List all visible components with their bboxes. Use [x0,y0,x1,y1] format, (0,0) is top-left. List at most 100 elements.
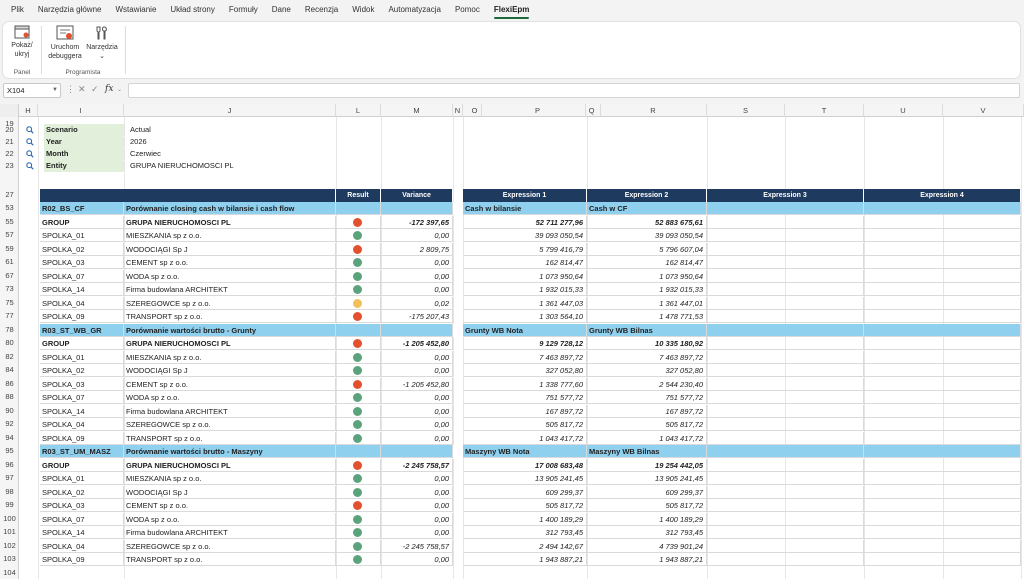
chevron-down-icon[interactable]: ▼ [52,84,58,97]
tools-button[interactable]: Narzędzia ⌄ [85,25,119,61]
variance-value: 0,00 [381,418,453,431]
status-dot-red [353,501,362,510]
row-header[interactable]: 73 [0,283,19,295]
row-header[interactable]: 102 [0,540,19,552]
row-header[interactable]: 95 [0,445,19,457]
more-options-icon[interactable]: ⋮ [66,84,75,95]
menu-tab-7[interactable]: Widok [345,0,381,20]
search-icon[interactable] [26,138,34,146]
column-header-U[interactable]: U [864,104,943,117]
row-header[interactable]: 92 [0,418,19,430]
confirm-icon[interactable]: ✓ [91,84,99,95]
row-header[interactable]: 104 [0,567,19,579]
expression-2-value: 327 052,80 [587,364,707,377]
expression-3-value [707,391,864,404]
row-header[interactable]: 78 [0,324,19,336]
row-header[interactable]: 27 [0,189,19,201]
menu-tab-0[interactable]: Plik [4,0,31,20]
row-header[interactable]: 80 [0,337,19,349]
menu-tab-10[interactable]: FlexiEpm [487,0,537,20]
row-header[interactable]: 57 [0,229,19,241]
column-header-S[interactable]: S [707,104,785,117]
row-header[interactable]: 22 [0,148,19,160]
row-header[interactable]: 96 [0,459,19,471]
expression-3-value [707,269,864,283]
row-header[interactable]: 101 [0,526,19,538]
expression-1-value: 39 093 050,54 [463,229,587,242]
menu-tab-8[interactable]: Automatyzacja [381,0,447,20]
column-header-L[interactable]: L [336,104,381,117]
column-header-I[interactable]: I [38,104,124,117]
row-header[interactable]: 94 [0,432,19,444]
expression-1-value: 17 008 683,48 [463,458,587,472]
menu-tab-6[interactable]: Recenzja [298,0,345,20]
run-debugger-button[interactable]: Uruchom debuggera [45,25,85,61]
entity-name: MIESZKANIA sp z o.o. [124,350,336,364]
row-header[interactable]: 99 [0,499,19,511]
expression-2-value: 13 905 241,45 [587,472,707,485]
expression-4-value [864,418,1021,431]
expression-1-value: 2 494 142,67 [463,539,587,553]
expression-2-value: 1 043 417,72 [587,431,707,445]
row-header[interactable]: 82 [0,351,19,363]
entity-code: R02_BS_CF [40,202,124,215]
column-header-J[interactable]: J [124,104,336,117]
row-header[interactable]: 75 [0,297,19,309]
param-value[interactable]: 2026 [128,136,328,148]
expression-1-value: 1 073 950,64 [463,269,587,283]
expression-3-value [707,350,864,364]
chevron-down-icon[interactable]: ⌄ [117,86,122,93]
variance-value: -1 205 452,80 [381,377,453,391]
row-header[interactable]: 84 [0,364,19,376]
column-header-H[interactable]: H [19,104,38,117]
column-header-R[interactable]: R [600,104,707,117]
param-value[interactable]: Actual [128,124,328,136]
param-value[interactable]: Czerwiec [128,148,328,160]
column-header-V[interactable]: V [943,104,1024,117]
cancel-icon[interactable]: ✕ [78,84,86,95]
row-header[interactable]: 86 [0,378,19,390]
expression-2-value: 162 814,47 [587,256,707,269]
select-all-corner[interactable] [0,104,19,117]
row-header[interactable]: 21 [0,136,19,148]
row-header[interactable]: 67 [0,270,19,282]
row-header[interactable]: 88 [0,391,19,403]
show-hide-button[interactable]: Pokaż/ ukryj [8,25,36,59]
row-header[interactable]: 97 [0,472,19,484]
column-header-Q[interactable]: Q [583,104,601,117]
function-icon[interactable]: fx [105,84,113,94]
row-header[interactable]: 103 [0,553,19,565]
formula-input[interactable] [128,83,1020,98]
search-icon[interactable] [26,150,34,158]
column-header-P[interactable]: P [490,104,586,117]
menu-tab-9[interactable]: Pomoc [448,0,487,20]
menu-tab-3[interactable]: Układ strony [163,0,221,20]
row-header[interactable]: 90 [0,405,19,417]
column-header-O[interactable]: O [468,104,482,117]
row-header[interactable]: 23 [0,160,19,172]
row-header[interactable]: 98 [0,486,19,498]
search-icon[interactable] [26,162,34,170]
row-header[interactable]: 20 [0,124,19,136]
column-header-T[interactable]: T [785,104,864,117]
param-value[interactable]: GRUPA NIERUCHOMOSCI PL [128,160,328,172]
name-box[interactable]: X104 ▼ [3,83,61,98]
row-header[interactable]: 77 [0,310,19,322]
menu-tab-1[interactable]: Narzędzia główne [31,0,109,20]
variance-value: 0,00 [381,512,453,526]
expression-2-value: 10 335 180,92 [587,337,707,350]
menu-tab-5[interactable]: Dane [265,0,298,20]
expression-1-value: Cash w bilansie [463,202,587,215]
param-label: Scenario [44,124,124,136]
expression-1-value: 167 897,72 [463,404,587,418]
row-header[interactable]: 61 [0,256,19,268]
menu-tab-2[interactable]: Wstawianie [108,0,163,20]
column-header-N[interactable]: N [453,104,463,117]
row-header[interactable]: 55 [0,216,19,228]
column-header-M[interactable]: M [381,104,453,117]
row-header[interactable]: 100 [0,513,19,525]
row-header[interactable]: 53 [0,202,19,214]
search-icon[interactable] [26,126,34,134]
menu-tab-4[interactable]: Formuły [222,0,265,20]
row-header[interactable]: 59 [0,243,19,255]
